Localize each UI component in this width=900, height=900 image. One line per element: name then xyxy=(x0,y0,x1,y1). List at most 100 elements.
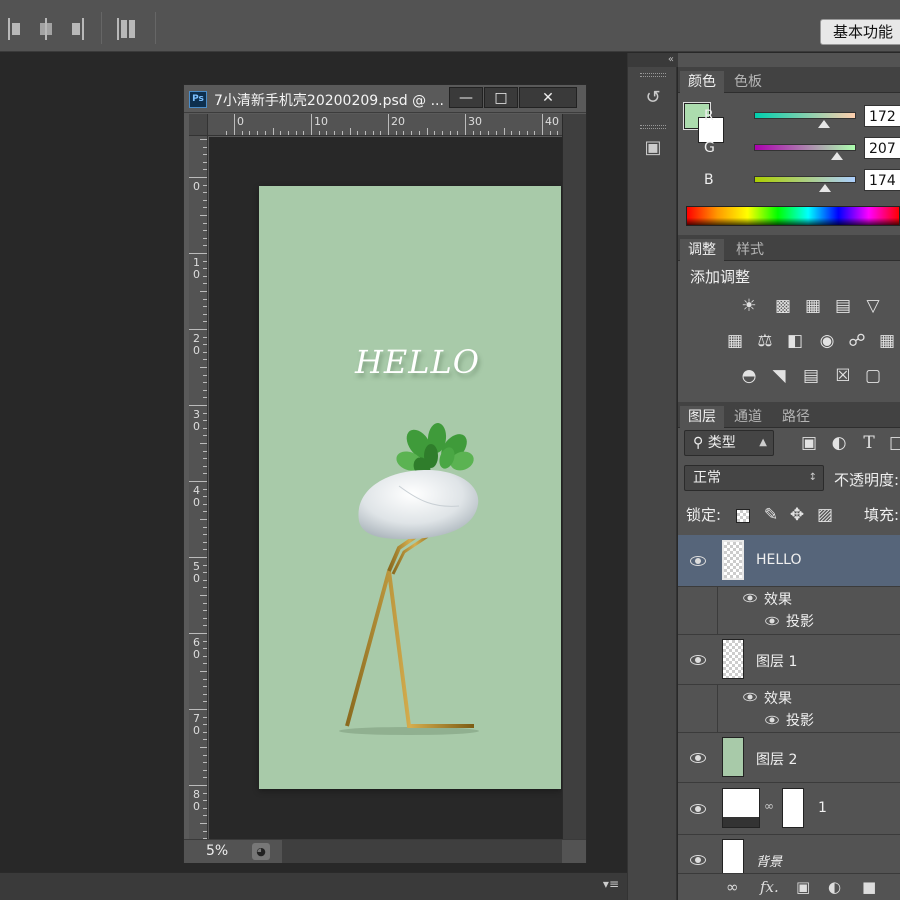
layer-filter-select[interactable]: ⚲ 类型 ▲ xyxy=(684,430,774,456)
new-group-icon[interactable]: ■ xyxy=(862,878,876,896)
blend-mode-select[interactable]: 正常 ↕ xyxy=(684,465,824,491)
tab-color[interactable]: 颜色 xyxy=(680,71,724,93)
drop-shadow-eye-icon[interactable] xyxy=(765,715,779,725)
lock-move-icon[interactable]: ✥ xyxy=(786,504,808,526)
ruler-tick xyxy=(426,128,428,135)
drop-shadow-label[interactable]: 投影 xyxy=(786,710,814,730)
effects-eye-icon[interactable] xyxy=(743,692,757,702)
visibility-eye-icon[interactable] xyxy=(690,655,706,665)
blue-value-input[interactable]: 174 xyxy=(864,169,900,191)
ruler-label: 20 xyxy=(391,115,405,128)
tab-layers[interactable]: 图层 xyxy=(680,406,724,428)
tab-styles[interactable]: 样式 xyxy=(728,239,772,261)
tab-channels[interactable]: 通道 xyxy=(726,406,770,428)
channel-mixer-icon[interactable]: ☍ xyxy=(846,330,868,352)
effects-eye-icon[interactable] xyxy=(743,593,757,603)
align-horizontal-center-icon[interactable] xyxy=(36,18,56,40)
new-adjustment-icon[interactable]: ◐ xyxy=(828,878,841,896)
selective-color-icon[interactable]: ☒ xyxy=(832,365,854,387)
tab-swatches[interactable]: 色板 xyxy=(726,71,770,93)
grip-icon[interactable] xyxy=(640,73,666,77)
layer-name[interactable]: 图层 2 xyxy=(756,749,797,769)
lock-brush-icon[interactable]: ✎ xyxy=(760,504,782,526)
layer-row-hello[interactable]: HELLO xyxy=(678,535,900,587)
exposure-icon[interactable]: ▤ xyxy=(832,295,854,317)
fx-icon[interactable]: fx. xyxy=(760,878,779,896)
blue-slider[interactable] xyxy=(754,176,856,183)
red-value-input[interactable]: 172 xyxy=(864,105,900,127)
canvas-pasteboard[interactable]: HELLO xyxy=(209,137,562,839)
history-icon[interactable]: ↺ xyxy=(640,85,666,111)
invert-icon[interactable]: ◓ xyxy=(738,365,760,387)
vibrance-icon[interactable]: ▽ xyxy=(862,295,884,317)
layer-mask-thumbnail[interactable] xyxy=(782,788,804,828)
color-spectrum-ramp[interactable] xyxy=(686,206,900,226)
red-slider[interactable] xyxy=(754,112,856,119)
visibility-eye-icon[interactable] xyxy=(690,753,706,763)
ruler-tick xyxy=(203,192,207,194)
layer-effects-hello: 效果 投影 xyxy=(678,587,900,635)
filter-shape-icon[interactable]: □ xyxy=(886,432,900,454)
lock-all-icon[interactable]: ▨ xyxy=(814,504,836,526)
align-horizontal-left-icon[interactable] xyxy=(6,18,26,40)
ruler-origin[interactable] xyxy=(189,114,208,136)
visibility-eye-icon[interactable] xyxy=(690,556,706,566)
red-slider-knob[interactable] xyxy=(818,120,830,128)
posterize-icon[interactable]: ◥ xyxy=(768,365,790,387)
drop-shadow-label[interactable]: 投影 xyxy=(786,611,814,631)
add-mask-icon[interactable]: ▣ xyxy=(796,878,810,896)
curves-icon[interactable]: ▦ xyxy=(802,295,824,317)
tab-paths[interactable]: 路径 xyxy=(774,406,818,428)
layer-name[interactable]: 背景 xyxy=(756,851,782,870)
threshold-icon[interactable]: ▤ xyxy=(800,365,822,387)
horizontal-ruler[interactable]: 0 10 20 30 40 xyxy=(208,114,562,136)
maximize-button[interactable]: □ xyxy=(484,87,518,108)
horizontal-scrollbar[interactable] xyxy=(282,840,562,863)
close-button[interactable]: ✕ xyxy=(519,87,577,108)
levels-icon[interactable]: ▩ xyxy=(772,295,794,317)
layer-name[interactable]: HELLO xyxy=(756,552,802,568)
layer-row-layer1[interactable]: 图层 1 xyxy=(678,635,900,685)
hue-saturation-icon[interactable]: ▦ xyxy=(724,330,746,352)
blue-slider-knob[interactable] xyxy=(819,184,831,192)
document-title-bar[interactable]: Ps 7小清新手机壳20200209.psd @ ... — □ ✕ xyxy=(184,85,586,113)
vertical-ruler[interactable]: 01020304050607080 xyxy=(189,136,208,839)
3d-cube-icon[interactable]: ▣ xyxy=(640,135,666,161)
align-horizontal-right-icon[interactable] xyxy=(66,18,86,40)
grip-icon[interactable] xyxy=(640,125,666,129)
filter-type-icon[interactable]: T xyxy=(858,432,880,454)
zoom-level[interactable]: 5% xyxy=(206,843,228,859)
lock-transparent-icon[interactable] xyxy=(736,509,750,523)
collapse-arrows-icon[interactable]: « xyxy=(628,53,678,67)
workspace-switcher-button[interactable]: 基本功能 xyxy=(819,19,900,45)
layer-name[interactable]: 图层 1 xyxy=(756,651,797,671)
layer-row-background[interactable]: 背景 xyxy=(678,835,900,879)
green-slider-knob[interactable] xyxy=(831,152,843,160)
link-layers-icon[interactable]: ∞ xyxy=(726,878,739,896)
black-white-icon[interactable]: ◧ xyxy=(784,330,806,352)
artboard[interactable]: HELLO xyxy=(259,186,561,789)
ruler-tick xyxy=(203,792,207,794)
vertical-scrollbar[interactable] xyxy=(562,114,586,839)
green-value-input[interactable]: 207 xyxy=(864,137,900,159)
doc-info-icon[interactable]: ◕ xyxy=(252,843,270,860)
panel-menu-icon[interactable]: ▾≡ xyxy=(603,877,619,891)
drop-shadow-eye-icon[interactable] xyxy=(765,616,779,626)
green-slider[interactable] xyxy=(754,144,856,151)
layer-row-adjustment-1[interactable]: ∞ 1 xyxy=(678,783,900,835)
auto-align-icon[interactable] xyxy=(117,18,137,40)
visibility-eye-icon[interactable] xyxy=(690,855,706,865)
gradient-map-icon[interactable]: ▢ xyxy=(862,365,884,387)
color-lookup-icon[interactable]: ▦ xyxy=(876,330,898,352)
color-balance-icon[interactable]: ⚖ xyxy=(754,330,776,352)
tab-adjustments[interactable]: 调整 xyxy=(680,239,724,261)
layer-name[interactable]: 1 xyxy=(818,800,827,816)
filter-pixel-icon[interactable]: ▣ xyxy=(798,432,820,454)
filter-adjustment-icon[interactable]: ◐ xyxy=(828,432,850,454)
minimize-button[interactable]: — xyxy=(449,87,483,108)
layer-row-layer2[interactable]: 图层 2 xyxy=(678,733,900,783)
photo-filter-icon[interactable]: ◉ xyxy=(816,330,838,352)
visibility-eye-icon[interactable] xyxy=(690,804,706,814)
mask-link-icon[interactable]: ∞ xyxy=(764,799,774,813)
brightness-icon[interactable]: ☀ xyxy=(738,295,760,317)
